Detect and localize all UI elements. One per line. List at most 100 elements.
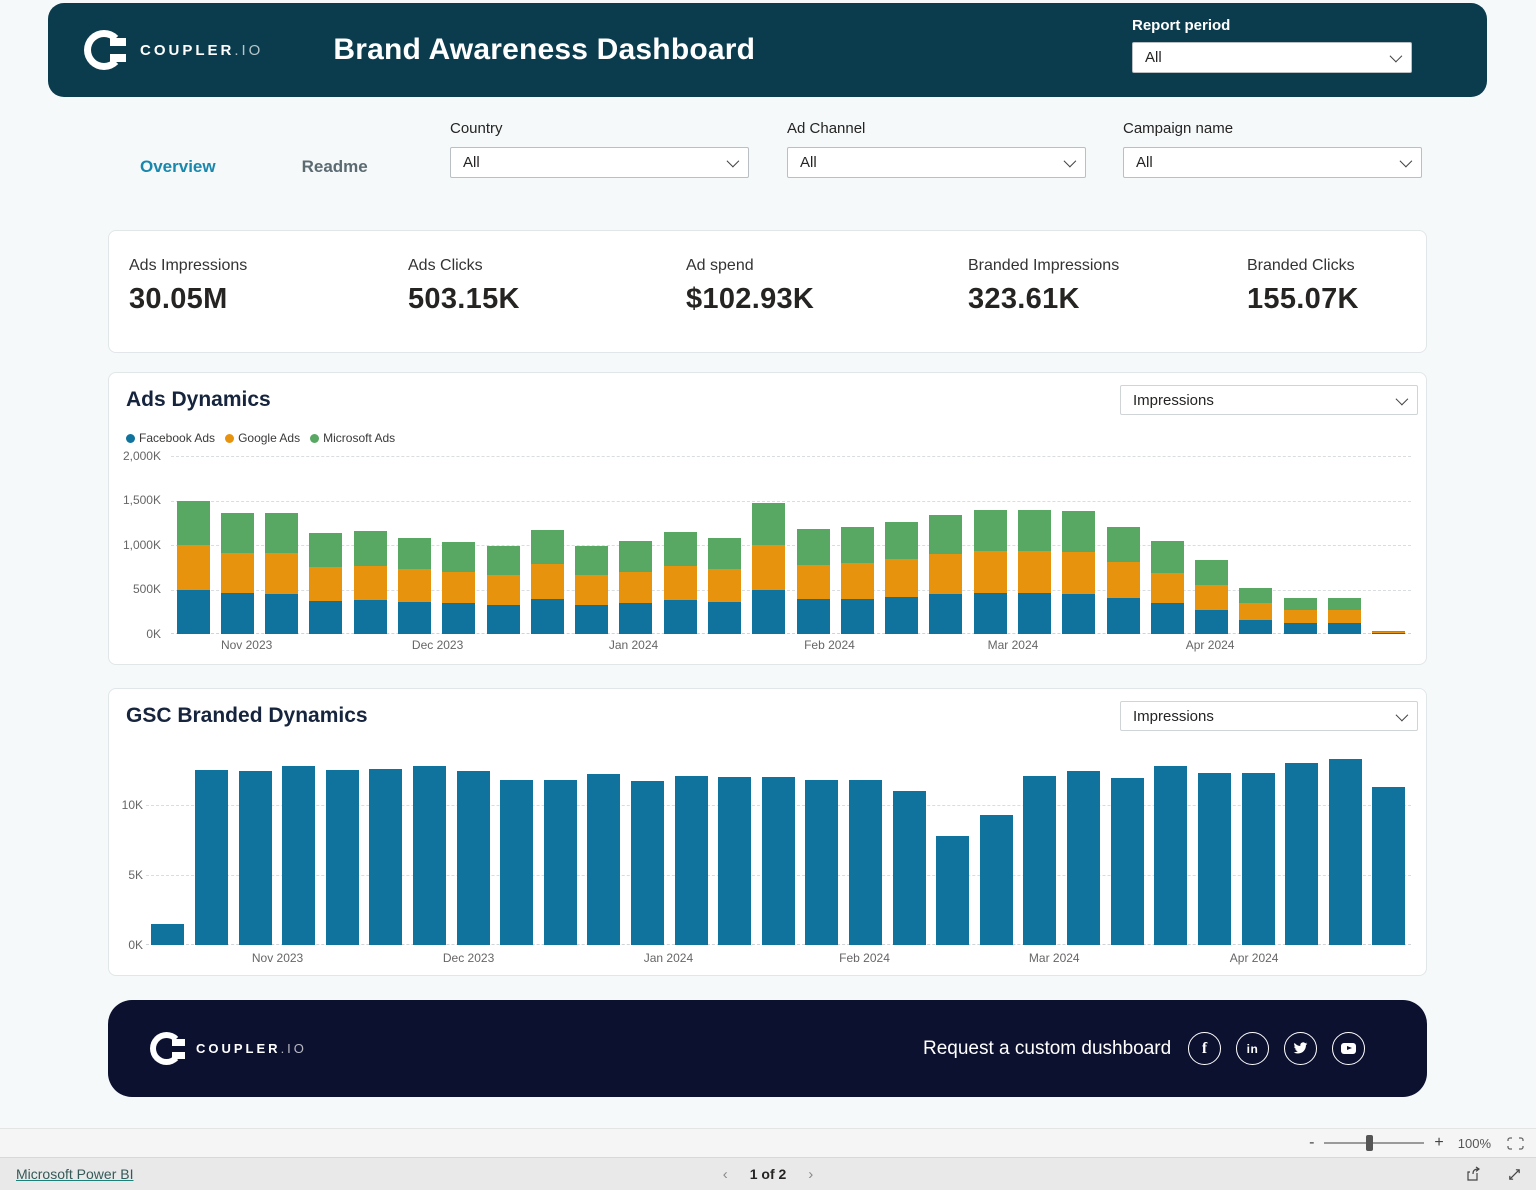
campaign-dropdown[interactable]: All	[1123, 147, 1422, 178]
gsc-metric-dropdown[interactable]: Impressions	[1120, 701, 1418, 731]
bar[interactable]	[849, 749, 882, 945]
coupler-logo-icon	[150, 1031, 186, 1067]
bar[interactable]	[177, 456, 210, 634]
zoom-in-button[interactable]: +	[1434, 1135, 1443, 1151]
bar[interactable]	[575, 456, 608, 634]
facebook-icon[interactable]: f	[1188, 1032, 1221, 1065]
bar[interactable]	[457, 749, 490, 945]
kpi-label: Ads Impressions	[129, 257, 247, 275]
bar[interactable]	[1111, 749, 1144, 945]
tab-readme[interactable]: Readme	[302, 157, 368, 177]
bar[interactable]	[708, 456, 741, 634]
twitter-icon[interactable]	[1284, 1032, 1317, 1065]
bar-segment	[1372, 633, 1405, 634]
bar[interactable]	[1328, 456, 1361, 634]
bar[interactable]	[309, 456, 342, 634]
bar[interactable]	[797, 456, 830, 634]
bar[interactable]	[1372, 749, 1405, 945]
legend-google-ads[interactable]: Google Ads	[225, 431, 300, 445]
bar-segment	[442, 603, 475, 634]
bar[interactable]	[762, 749, 795, 945]
bar[interactable]	[631, 749, 664, 945]
request-custom-dashboard-link[interactable]: Request a custom dushboard	[923, 1038, 1171, 1060]
bar[interactable]	[893, 749, 926, 945]
bar[interactable]	[752, 456, 785, 634]
previous-page-icon[interactable]: ‹	[723, 1166, 728, 1183]
bar-segment	[797, 599, 830, 634]
bar[interactable]	[326, 749, 359, 945]
zoom-slider-handle[interactable]	[1366, 1135, 1373, 1151]
bar-segment	[354, 600, 387, 634]
country-dropdown[interactable]: All	[450, 147, 749, 178]
ads-dynamics-plot	[171, 456, 1411, 634]
next-page-icon[interactable]: ›	[808, 1166, 813, 1183]
bar[interactable]	[195, 749, 228, 945]
bar[interactable]	[369, 749, 402, 945]
bar[interactable]	[265, 456, 298, 634]
bar[interactable]	[1067, 749, 1100, 945]
bar[interactable]	[1018, 456, 1051, 634]
bar[interactable]	[282, 749, 315, 945]
bar[interactable]	[1242, 749, 1275, 945]
bar[interactable]	[487, 456, 520, 634]
bar[interactable]	[587, 749, 620, 945]
bar[interactable]	[544, 749, 577, 945]
gsc-plot	[146, 749, 1411, 945]
ads-metric-dropdown[interactable]: Impressions	[1120, 385, 1418, 415]
zoom-slider[interactable]	[1324, 1142, 1424, 1144]
bar-segment	[885, 522, 918, 559]
bar[interactable]	[619, 456, 652, 634]
bar[interactable]	[1023, 749, 1056, 945]
bar-segment	[1242, 773, 1275, 945]
youtube-icon[interactable]	[1332, 1032, 1365, 1065]
bar[interactable]	[221, 456, 254, 634]
legend-facebook-ads[interactable]: Facebook Ads	[126, 431, 215, 445]
bar[interactable]	[1198, 749, 1231, 945]
bar[interactable]	[398, 456, 431, 634]
bar-segment	[587, 774, 620, 945]
bar[interactable]	[1154, 749, 1187, 945]
bar[interactable]	[1062, 456, 1095, 634]
bar[interactable]	[675, 749, 708, 945]
bar[interactable]	[500, 749, 533, 945]
bar[interactable]	[1329, 749, 1362, 945]
linkedin-icon[interactable]: in	[1236, 1032, 1269, 1065]
bar-segment	[980, 815, 1013, 945]
bar[interactable]	[1284, 456, 1317, 634]
bar[interactable]	[239, 749, 272, 945]
microsoft-powerbi-link[interactable]: Microsoft Power BI	[16, 1166, 133, 1182]
bar[interactable]	[1285, 749, 1318, 945]
bar[interactable]	[531, 456, 564, 634]
bar[interactable]	[1239, 456, 1272, 634]
ad-channel-dropdown[interactable]: All	[787, 147, 1086, 178]
bar[interactable]	[974, 456, 1007, 634]
bar[interactable]	[718, 749, 751, 945]
x-axis-label: Apr 2024	[1230, 951, 1279, 965]
bar[interactable]	[805, 749, 838, 945]
bar[interactable]	[664, 456, 697, 634]
bar[interactable]	[1107, 456, 1140, 634]
bar[interactable]	[413, 749, 446, 945]
fit-to-page-icon[interactable]	[1507, 1137, 1524, 1150]
bar[interactable]	[929, 456, 962, 634]
share-icon[interactable]	[1465, 1166, 1481, 1182]
bar[interactable]	[1151, 456, 1184, 634]
zoom-out-button[interactable]: -	[1309, 1135, 1314, 1151]
bar[interactable]	[1372, 456, 1405, 634]
bar[interactable]	[936, 749, 969, 945]
bar-segment	[664, 600, 697, 634]
bar[interactable]	[354, 456, 387, 634]
bar[interactable]	[442, 456, 475, 634]
gsc-bars	[146, 749, 1411, 945]
tab-overview[interactable]: Overview	[140, 157, 216, 177]
bar-segment	[575, 605, 608, 634]
bar[interactable]	[885, 456, 918, 634]
bar-segment	[805, 780, 838, 945]
fullscreen-icon[interactable]	[1507, 1167, 1522, 1182]
bar[interactable]	[1195, 456, 1228, 634]
bar[interactable]	[151, 749, 184, 945]
bar[interactable]	[841, 456, 874, 634]
report-period-dropdown[interactable]: All	[1132, 42, 1412, 73]
legend-microsoft-ads[interactable]: Microsoft Ads	[310, 431, 395, 445]
bar[interactable]	[980, 749, 1013, 945]
